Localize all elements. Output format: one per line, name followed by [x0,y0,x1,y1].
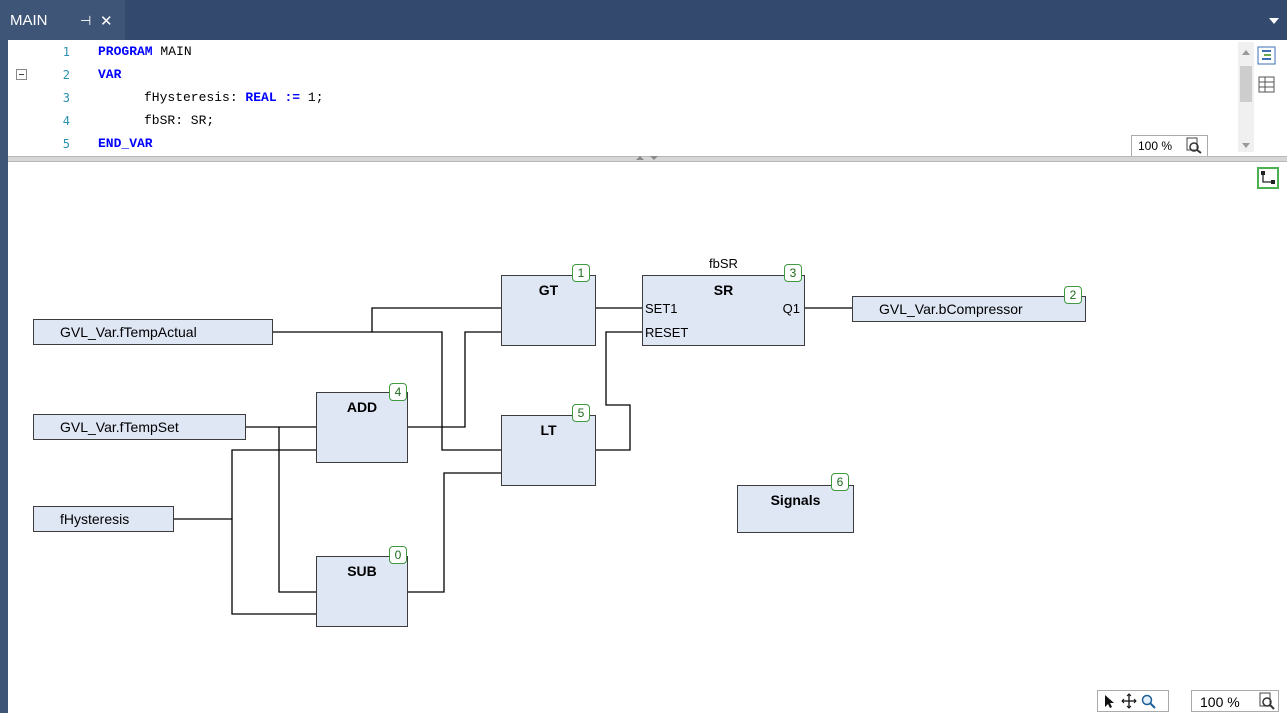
block-name: GT [538,282,559,298]
block-sr[interactable]: SR SET1 RESET Q1 [642,275,805,346]
order-badge-add: 4 [389,383,407,401]
dropdown-icon[interactable] [1269,18,1279,24]
document-tab-bar: MAIN ⊣ ✕ [0,0,1287,40]
block-name: ADD [346,399,378,415]
code-line[interactable]: END_VAR [98,136,153,151]
zoom-level: 100 % [1138,139,1173,153]
wire-hyst-add [174,449,316,520]
zoom-level: 100 % [1200,694,1240,710]
code-line[interactable]: VAR [98,67,121,82]
pan-icon[interactable] [1120,693,1138,709]
block-sub[interactable]: SUB [316,556,408,627]
fbd-zoom-box[interactable]: 100 % [1191,690,1279,712]
variable-name: GVL_Var.fTempActual [60,324,197,340]
wire-tempset-sub [278,427,316,593]
variable-name: GVL_Var.bCompressor [879,301,1023,317]
block-lt[interactable]: LT [501,415,596,486]
block-name: SUB [347,563,377,579]
fbd-network[interactable]: GVL_Var.fTempActual GVL_Var.fTempSet fHy… [8,162,1287,713]
pointer-icon[interactable] [1100,693,1118,709]
zoom-lens-icon[interactable] [1258,692,1276,710]
line-number: 4 [62,114,70,128]
pin-set1[interactable]: SET1 [645,301,678,316]
code-line[interactable]: fbSR: SR; [144,113,214,128]
line-number: 2 [62,68,70,82]
order-badge-sub: 0 [389,546,407,564]
wire-sub-lt [408,472,501,593]
pin-reset[interactable]: RESET [645,325,688,340]
output-variable-compressor[interactable]: GVL_Var.bCompressor [852,296,1086,322]
code-line[interactable]: PROGRAM MAIN [98,44,192,59]
declaration-scrollbar[interactable] [1238,42,1254,152]
declaration-zoom-box[interactable]: 100 % [1131,135,1208,157]
input-variable-temp-set[interactable]: GVL_Var.fTempSet [33,414,246,440]
fold-collapse-icon[interactable] [16,69,27,80]
block-add[interactable]: ADD [316,392,408,463]
zoom-lens-icon[interactable] [1185,137,1203,154]
block-signals[interactable]: Signals [737,485,854,533]
order-badge-gt: 1 [572,264,590,282]
table-view-icon[interactable] [1257,75,1277,95]
pin-icon[interactable]: ⊣ [80,13,91,29]
pin-q1[interactable]: Q1 [783,301,800,316]
line-number: 3 [62,91,70,105]
code-line[interactable]: fHysteresis: REAL := 1; [144,90,324,105]
splitter-grip-icon [636,156,658,160]
wire-hyst-sub [231,519,316,615]
outline-icon[interactable] [1257,46,1277,66]
block-name: Signals [770,492,821,508]
magnifier-icon[interactable] [1140,693,1158,709]
input-variable-temp-actual[interactable]: GVL_Var.fTempActual [33,319,273,345]
output-order-badge: 2 [1064,286,1082,304]
wire-lt-sr [596,331,642,451]
block-gt[interactable]: GT [501,275,596,346]
tab-main[interactable]: MAIN ⊣ ✕ [0,0,125,40]
input-variable-hysteresis[interactable]: fHysteresis [33,506,174,532]
block-name: LT [540,422,557,438]
variable-name: GVL_Var.fTempSet [60,419,179,435]
line-number: 1 [62,45,70,59]
instance-name: fbSR [709,256,738,271]
tab-title: MAIN [10,12,48,29]
variable-name: fHysteresis [60,511,130,527]
declaration-pane[interactable]: 1 2 3 4 5 PROGRAM MAIN VAR fHysteresis: … [8,40,1287,158]
pou-editor: 1 2 3 4 5 PROGRAM MAIN VAR fHysteresis: … [8,40,1287,713]
line-number: 5 [62,137,70,151]
scrollbar-arrows[interactable] [1238,42,1254,152]
fbd-toolbox-icon[interactable] [1257,167,1279,189]
order-badge-lt: 5 [572,404,590,422]
wire-add-gt [408,331,501,428]
wire-tempactual-gt [273,307,501,333]
fbd-tool-group [1097,690,1169,712]
order-badge-signals: 6 [831,473,849,491]
close-icon[interactable]: ✕ [100,12,113,30]
order-badge-sr: 3 [784,264,802,282]
block-name: SR [713,282,734,298]
